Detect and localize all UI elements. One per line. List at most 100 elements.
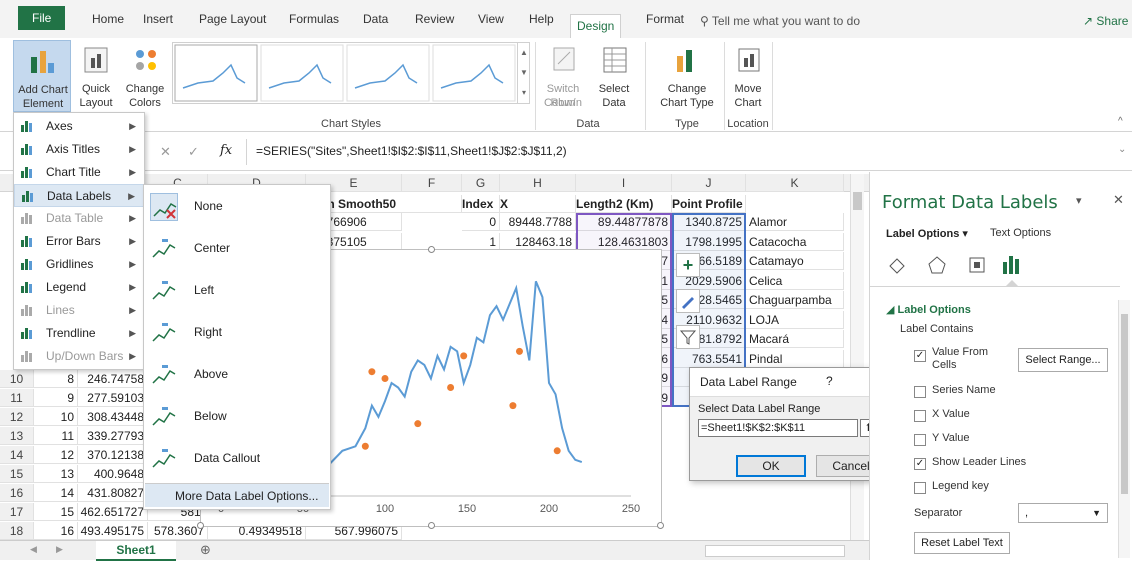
dialog-help-button[interactable]: ? [826, 374, 833, 388]
separator-dropdown[interactable]: , ▼ [1018, 503, 1108, 523]
menu-item-trendline[interactable]: Trendline ▶ [14, 322, 144, 345]
row-header[interactable]: 18 [0, 522, 34, 540]
data-label-left[interactable]: Left [144, 271, 330, 311]
chart-elements-plus-button[interactable]: + [676, 253, 700, 277]
cell-k[interactable]: LOJA [746, 310, 844, 329]
data-label-center[interactable]: Center [144, 229, 330, 269]
collapse-ribbon-icon[interactable]: ^ [1118, 116, 1123, 127]
menu-item-legend[interactable]: Legend ▶ [14, 276, 144, 299]
vertical-scrollbar[interactable] [850, 174, 864, 540]
cell-c[interactable]: 431.80827 [78, 484, 148, 502]
menu-item-error-bars[interactable]: Error Bars ▶ [14, 230, 144, 253]
cell-b[interactable]: 15 [34, 503, 78, 521]
cell-k[interactable]: Alamor [746, 213, 844, 231]
data-label-data-callout[interactable]: Data Callout [144, 439, 330, 479]
cell-b[interactable]: 11 [34, 427, 78, 445]
header-cell-i[interactable]: Length2 (Km) [576, 195, 672, 213]
menu-item-chart-title[interactable]: Chart Title ▶ [14, 161, 144, 184]
row-header[interactable]: 14 [0, 446, 34, 464]
pane-menu-icon[interactable]: ▾ [1076, 194, 1082, 207]
option-checkbox[interactable] [914, 434, 926, 446]
move-chart-button[interactable]: Move Chart [726, 40, 770, 112]
col-header-h[interactable]: H [500, 174, 576, 192]
sites-series-point[interactable] [447, 384, 455, 392]
sites-series-point[interactable] [460, 352, 468, 360]
scroll-tabs-right-icon[interactable]: ▶ [56, 544, 63, 555]
cell-g[interactable]: 0 [462, 213, 500, 231]
sites-series-point[interactable] [553, 447, 561, 455]
cell-c[interactable]: 370.12138 [78, 446, 148, 464]
tab-data[interactable]: Data [357, 8, 394, 38]
cell-c[interactable]: 246.74758 [78, 370, 148, 388]
change-colors-button[interactable]: Change Colors [123, 40, 167, 112]
cell-k[interactable]: Catacocha [746, 232, 844, 251]
cell-c[interactable]: 308.43448 [78, 408, 148, 426]
resize-handle-b[interactable] [428, 522, 435, 529]
resize-handle-br[interactable] [657, 522, 664, 529]
cell-c[interactable]: 339.27793 [78, 427, 148, 445]
tab-page-layout[interactable]: Page Layout [193, 8, 272, 38]
cell-c[interactable]: 493.495175 [78, 522, 148, 540]
value-from-cells-checkbox[interactable]: ✓ [914, 350, 926, 362]
tab-home[interactable]: Home [86, 8, 130, 38]
label-options-tab[interactable]: Label Options ▾ [886, 227, 968, 240]
tell-me-box[interactable]: ⚲ Tell me what you want to do [700, 14, 860, 28]
row-header[interactable]: 17 [0, 503, 34, 521]
cell-k[interactable]: Pindal [746, 349, 844, 368]
col-header-k[interactable]: K [746, 174, 844, 192]
quick-layout-button[interactable]: Quick Layout [73, 40, 119, 112]
row-header[interactable]: 13 [0, 427, 34, 445]
menu-item-data-table[interactable]: Data Table ▶ [14, 207, 144, 230]
data-label-range-input[interactable]: =Sheet1!$K$2:$K$11 [698, 419, 858, 437]
data-label-right[interactable]: Right [144, 313, 330, 353]
cancel-icon[interactable]: ✕ [160, 144, 171, 160]
cell-g[interactable]: 1 [462, 232, 500, 251]
menu-item-data-labels[interactable]: Data Labels ▶ [14, 184, 144, 207]
cell-b[interactable]: 12 [34, 446, 78, 464]
col-header-g[interactable]: G [462, 174, 500, 192]
cell-b[interactable]: 8 [34, 370, 78, 388]
cell-b[interactable]: 9 [34, 389, 78, 407]
reset-label-text-button[interactable]: Reset Label Text [914, 532, 1010, 554]
row-header[interactable]: 10 [0, 370, 34, 388]
tab-format[interactable]: Format [640, 8, 690, 38]
cell-c[interactable]: 400.9648 [78, 465, 148, 483]
option-checkbox[interactable] [914, 482, 926, 494]
scroll-tabs-left-icon[interactable]: ◀ [30, 544, 37, 555]
share-button[interactable]: ↗ Share [1083, 14, 1128, 28]
tab-file[interactable]: File [18, 6, 66, 30]
more-data-label-options[interactable]: More Data Label Options... [145, 483, 329, 507]
elevation-series-line[interactable] [302, 280, 583, 475]
option-checkbox[interactable]: ✓ [914, 458, 926, 470]
cell-c[interactable]: 462.651727 [78, 503, 148, 521]
data-label-above[interactable]: Above [144, 355, 330, 395]
horizontal-scrollbar[interactable] [705, 545, 845, 557]
sites-series-point[interactable] [515, 347, 523, 355]
sites-series-point[interactable] [368, 368, 376, 376]
data-label-below[interactable]: Below [144, 397, 330, 437]
cell-b[interactable]: 16 [34, 522, 78, 540]
text-options-tab[interactable]: Text Options [990, 227, 1051, 239]
ok-button[interactable]: OK [736, 455, 806, 477]
option-checkbox[interactable] [914, 410, 926, 422]
expand-formula-icon[interactable]: ⌄ [1118, 144, 1126, 155]
label-options-chart-icon[interactable] [1000, 252, 1026, 276]
enter-icon[interactable]: ✓ [188, 144, 199, 160]
tab-insert[interactable]: Insert [137, 8, 179, 38]
option-checkbox[interactable] [914, 386, 926, 398]
cell-k[interactable]: Catamayo [746, 252, 844, 270]
col-header-i[interactable]: I [576, 174, 672, 192]
col-header-f[interactable]: F [402, 174, 462, 192]
chart-styles-gallery[interactable]: ▲ ▼ ▾ [172, 42, 530, 104]
cell-k[interactable]: Macará [746, 330, 844, 348]
sites-series-point[interactable] [361, 442, 369, 450]
label-options-section[interactable]: ◢ Label Options [886, 303, 971, 316]
cell-k[interactable]: Celica [746, 271, 844, 290]
row-header[interactable]: 11 [0, 389, 34, 407]
select-range-button[interactable]: Select Range... [1018, 348, 1108, 372]
size-properties-icon[interactable] [966, 254, 988, 276]
formula-input[interactable]: =SERIES("Sites",Sheet1!$I$2:$I$11,Sheet1… [256, 144, 567, 158]
pane-close-icon[interactable]: ✕ [1113, 192, 1124, 208]
cell-h[interactable]: 89448.7788 [500, 213, 576, 231]
add-chart-element-button[interactable]: Add Chart Element [13, 40, 71, 112]
